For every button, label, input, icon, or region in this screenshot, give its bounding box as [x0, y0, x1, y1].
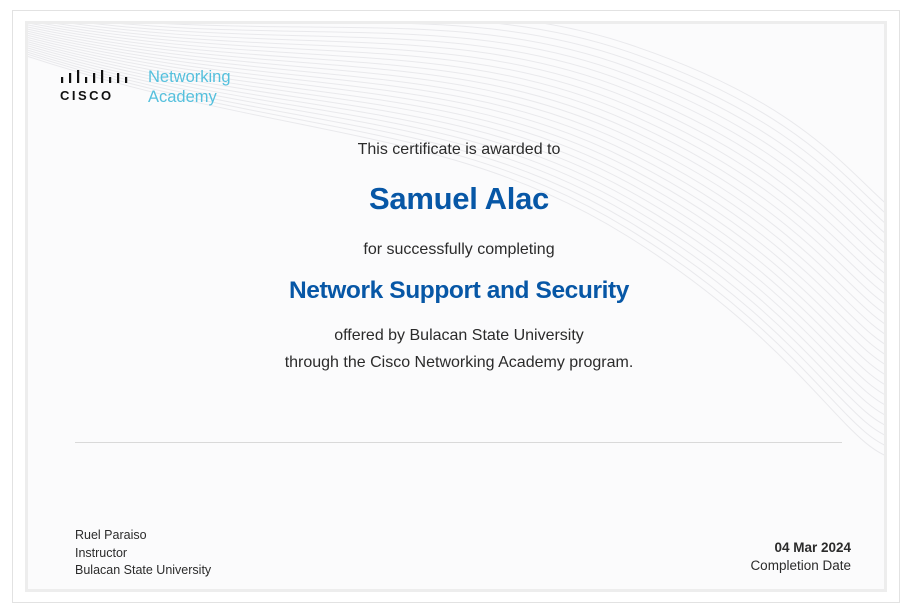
- completion-date-block: 04 Mar 2024 Completion Date: [750, 539, 851, 575]
- cisco-networking-academy-logo: CISCO Networking Academy: [58, 64, 258, 116]
- offered-by-text: offered by Bulacan State University: [334, 327, 584, 344]
- cisco-bridge-bars-icon: [61, 70, 128, 83]
- certificate-body: CISCO Networking Academy This certificat…: [25, 21, 887, 592]
- cisco-wordmark: CISCO: [60, 88, 114, 103]
- recipient-name: Samuel Alac: [369, 181, 549, 216]
- completion-date-label: Completion Date: [750, 558, 851, 573]
- program-text: through the Cisco Networking Academy pro…: [284, 354, 634, 371]
- logo-networking-text: Networking: [148, 68, 231, 86]
- logo-academy-text: Academy: [148, 88, 217, 106]
- awarded-intro-text: This certificate is awarded to: [357, 141, 561, 158]
- divider-line: [75, 442, 842, 443]
- signer-role: Instructor: [75, 545, 128, 560]
- completing-text: for successfully completing: [363, 241, 555, 258]
- completion-date: 04 Mar 2024: [774, 540, 851, 555]
- course-title: Network Support and Security: [288, 277, 630, 304]
- signer-name: Ruel Paraiso: [75, 528, 147, 542]
- signer-block: Ruel Paraiso Instructor Bulacan State Un…: [75, 527, 211, 580]
- signer-institution: Bulacan State University: [75, 563, 212, 577]
- certificate-frame: CISCO Networking Academy This certificat…: [12, 10, 900, 603]
